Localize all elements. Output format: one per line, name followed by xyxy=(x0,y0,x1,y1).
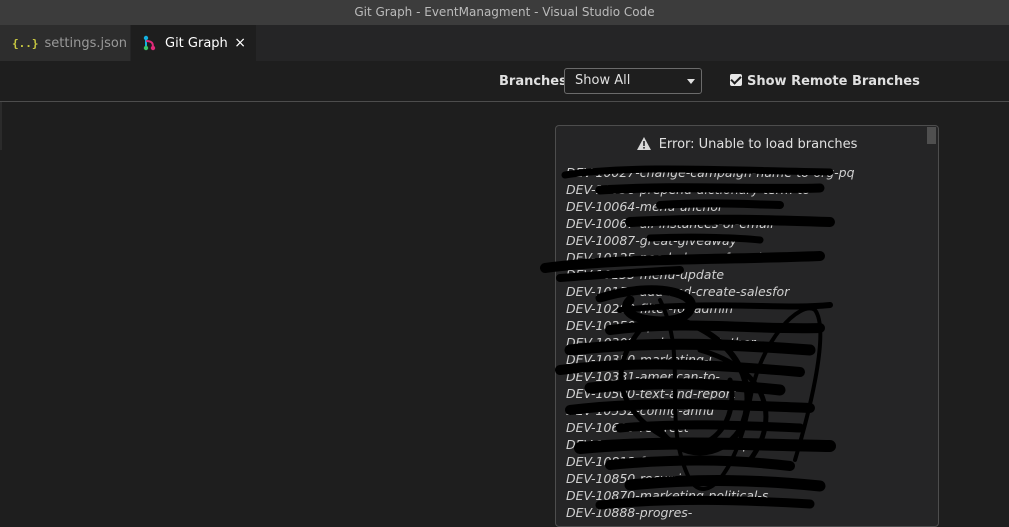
branch-list-item: DEV-10381-american-to- xyxy=(566,369,720,384)
branch-list-item: DEV-10350-marketing-i xyxy=(566,352,712,367)
branch-list-item: DEV-10600-redirect xyxy=(566,420,689,435)
branch-list-item: DEV-10309-and-form-getother xyxy=(566,335,756,350)
branches-dropdown[interactable]: Show All xyxy=(564,68,702,94)
branch-list-item: DEV-10532-config-annu xyxy=(566,403,715,418)
git-graph-controls: Branches: Show All Show Remote Branches xyxy=(0,61,1009,102)
left-panel-edge xyxy=(0,102,2,150)
error-title-text: Error: Unable to load branches xyxy=(658,137,858,152)
error-title: Error: Unable to load branches xyxy=(556,137,938,152)
branch-list-item: DEV-10813-form xyxy=(566,454,670,469)
branch-list-item: DEV-10888-progres- xyxy=(566,505,693,520)
branches-label: Branches: xyxy=(499,74,573,89)
branch-list-item: DEV-10500-text-and-report xyxy=(566,386,736,401)
tab-bar: {..} settings.json Git Graph × xyxy=(0,25,1009,61)
error-dialog: Error: Unable to load branches DEV-10027… xyxy=(555,125,939,527)
tab-settings-json[interactable]: {..} settings.json xyxy=(0,25,130,61)
branch-list-item: DEV-10067-all-instances-of-email xyxy=(566,216,774,231)
dialog-scrollbar[interactable] xyxy=(927,127,936,144)
tab-label: settings.json xyxy=(44,35,128,51)
tab-label: Git Graph xyxy=(165,35,228,51)
branch-list: DEV-10027-change-campaign-name-to-org-pq… xyxy=(566,164,926,521)
show-remote-branches-label[interactable]: Show Remote Branches xyxy=(747,74,920,89)
branches-dropdown-value: Show All xyxy=(575,73,631,88)
branch-list-item: DEV-10064-menu-anchor xyxy=(566,199,724,214)
close-icon[interactable]: × xyxy=(234,35,246,51)
branch-list-item: DEV-10153-add-and-create-salesfor xyxy=(566,284,790,299)
git-graph-icon xyxy=(143,35,156,51)
branch-list-item: DEV-10850-recurri xyxy=(566,471,682,486)
branch-list-item: DEV-10870-marketing-political-s xyxy=(566,488,769,503)
branch-list-item: DEV-10036-prepend-dictionary-term-to- xyxy=(566,182,815,197)
branch-list-item: DEV-10200-filter-for-admin xyxy=(566,301,734,316)
branch-list-item: DEV-10135-menu-update xyxy=(566,267,725,282)
warning-icon xyxy=(636,137,651,150)
window-title: Git Graph - EventManagment - Visual Stud… xyxy=(0,0,1009,25)
chevron-down-icon xyxy=(687,79,695,84)
branch-list-item: DEV-10250-option-for-s xyxy=(566,318,712,333)
show-remote-branches-checkbox[interactable] xyxy=(730,74,742,86)
branch-list-item: DEV-10615-remove-create-spec xyxy=(566,437,766,452)
branch-list-item: DEV-10087-great-giveaway xyxy=(566,233,738,248)
tab-git-graph[interactable]: Git Graph × xyxy=(131,25,256,61)
branch-list-item: DEV-10125-needed-scan-for-miami xyxy=(566,250,785,265)
branch-list-item: DEV-10027-change-campaign-name-to-org-pq xyxy=(566,165,855,180)
json-icon: {..} xyxy=(12,36,39,50)
